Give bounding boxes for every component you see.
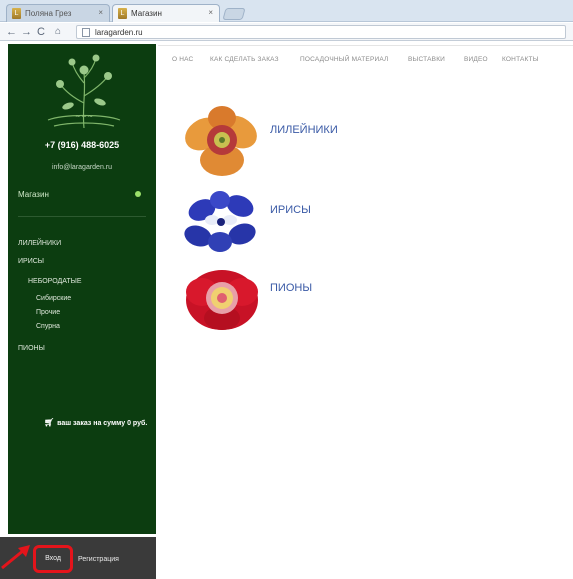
sidebar-item-siberian[interactable]: Сибирские bbox=[36, 295, 71, 302]
nav-video[interactable]: ВИДЕО bbox=[464, 56, 488, 63]
product-category-lilies[interactable]: ЛИЛЕЙНИКИ bbox=[182, 104, 382, 180]
logo-image[interactable]: ~ ~ ~ bbox=[34, 48, 134, 136]
product-category-irises[interactable]: ИРИСЫ bbox=[182, 186, 382, 256]
email-link[interactable]: info@laragarden.ru bbox=[8, 164, 156, 171]
home-icon[interactable]: ⌂ bbox=[55, 25, 61, 39]
nav-exhibitions[interactable]: ВЫСТАВКИ bbox=[408, 56, 445, 63]
nav-contacts[interactable]: КОНТАКТЫ bbox=[502, 56, 539, 63]
cart-text: ваш заказ на сумму 0 руб. bbox=[57, 420, 148, 427]
register-link[interactable]: Регистрация bbox=[78, 556, 119, 563]
close-tab-icon[interactable]: × bbox=[208, 8, 213, 17]
login-button[interactable]: Вход bbox=[33, 545, 73, 573]
cart-summary[interactable]: 🛒︎ ваш заказ на сумму 0 руб. bbox=[44, 418, 147, 427]
sidebar-item-shop[interactable]: Магазин bbox=[18, 190, 49, 199]
tab-title: Поляна Грез bbox=[25, 9, 72, 18]
sidebar-item-beardless[interactable]: НЕБОРОДАТЫЕ bbox=[28, 278, 82, 285]
iris-image[interactable] bbox=[182, 186, 262, 256]
product-name[interactable]: ПИОНЫ bbox=[270, 282, 312, 294]
sidebar-item-irises[interactable]: ИРИСЫ bbox=[18, 258, 44, 265]
product-name[interactable]: ИРИСЫ bbox=[270, 204, 311, 216]
url-text: laragarden.ru bbox=[95, 28, 143, 37]
product-category-peonies[interactable]: ПИОНЫ bbox=[182, 262, 382, 334]
site-favicon-icon: L bbox=[12, 8, 21, 19]
nav-about[interactable]: О НАС bbox=[172, 56, 193, 63]
divider bbox=[18, 216, 146, 217]
reload-icon[interactable]: C bbox=[37, 25, 45, 39]
nav-planting-material[interactable]: ПОСАДОЧНЫЙ МАТЕРИАЛ bbox=[300, 56, 389, 63]
header-divider bbox=[158, 45, 573, 46]
phone-number[interactable]: +7 (916) 488-6025 bbox=[8, 140, 156, 150]
peony-image[interactable] bbox=[182, 262, 262, 334]
svg-text:~ ~ ~: ~ ~ ~ bbox=[76, 112, 94, 121]
sidebar-item-peonies[interactable]: ПИОНЫ bbox=[18, 345, 45, 352]
new-tab-button[interactable] bbox=[222, 8, 246, 20]
cart-icon: 🛒︎ bbox=[44, 418, 55, 427]
sidebar-item-spuria[interactable]: Спурна bbox=[36, 323, 60, 330]
nav-how-to-order[interactable]: КАК СДЕЛАТЬ ЗАКАЗ bbox=[210, 56, 279, 63]
daylily-image[interactable] bbox=[182, 104, 262, 180]
browser-tab-2[interactable]: L Магазин × bbox=[112, 4, 220, 22]
browser-tab-bar: L Поляна Грез × L Магазин × bbox=[0, 0, 573, 22]
tab-title: Магазин bbox=[131, 9, 162, 18]
arrow-pointer-icon bbox=[1, 545, 30, 570]
back-arrow-icon[interactable]: ← bbox=[6, 25, 17, 39]
address-bar: ← → C ⌂ laragarden.ru bbox=[0, 23, 573, 41]
active-indicator-dot bbox=[135, 191, 141, 197]
product-name[interactable]: ЛИЛЕЙНИКИ bbox=[270, 124, 338, 136]
forward-arrow-icon[interactable]: → bbox=[21, 25, 32, 39]
sidebar: ~ ~ ~ +7 (916) 488-6025 info@laragarden.… bbox=[8, 44, 156, 534]
page-icon bbox=[82, 28, 90, 37]
site-favicon-icon: L bbox=[118, 8, 127, 19]
url-input[interactable]: laragarden.ru bbox=[76, 25, 566, 39]
browser-tab-1[interactable]: L Поляна Грез × bbox=[6, 4, 110, 22]
sidebar-item-lilies[interactable]: ЛИЛЕЙНИКИ bbox=[18, 240, 61, 247]
close-tab-icon[interactable]: × bbox=[98, 8, 103, 17]
sidebar-item-other[interactable]: Прочие bbox=[36, 309, 60, 316]
